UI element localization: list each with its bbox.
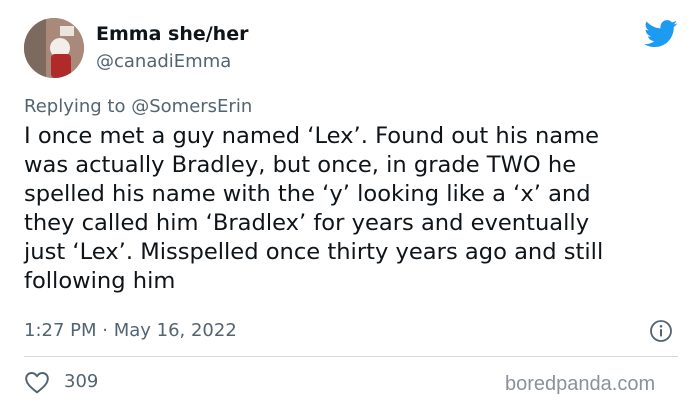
replying-to-label: Replying to <box>24 96 126 117</box>
display-name[interactable]: Emma she/her <box>96 22 248 46</box>
reply-target-link[interactable]: @SomersErin <box>131 96 252 117</box>
info-icon[interactable] <box>649 319 673 343</box>
replying-to: Replying to @SomersErin <box>24 95 252 119</box>
avatar[interactable] <box>24 18 84 78</box>
tweet-text: I once met a guy named ‘Lex’. Found out … <box>24 123 604 294</box>
watermark: boredpanda.com <box>505 373 656 395</box>
like-count: 309 <box>64 371 99 392</box>
twitter-bird-icon[interactable] <box>644 20 678 48</box>
tweet-timestamp[interactable]: 1:27 PM · May 16, 2022 <box>24 319 237 343</box>
user-handle[interactable]: @canadiEmma <box>96 50 231 74</box>
heart-icon[interactable] <box>24 370 50 394</box>
divider <box>24 356 678 357</box>
